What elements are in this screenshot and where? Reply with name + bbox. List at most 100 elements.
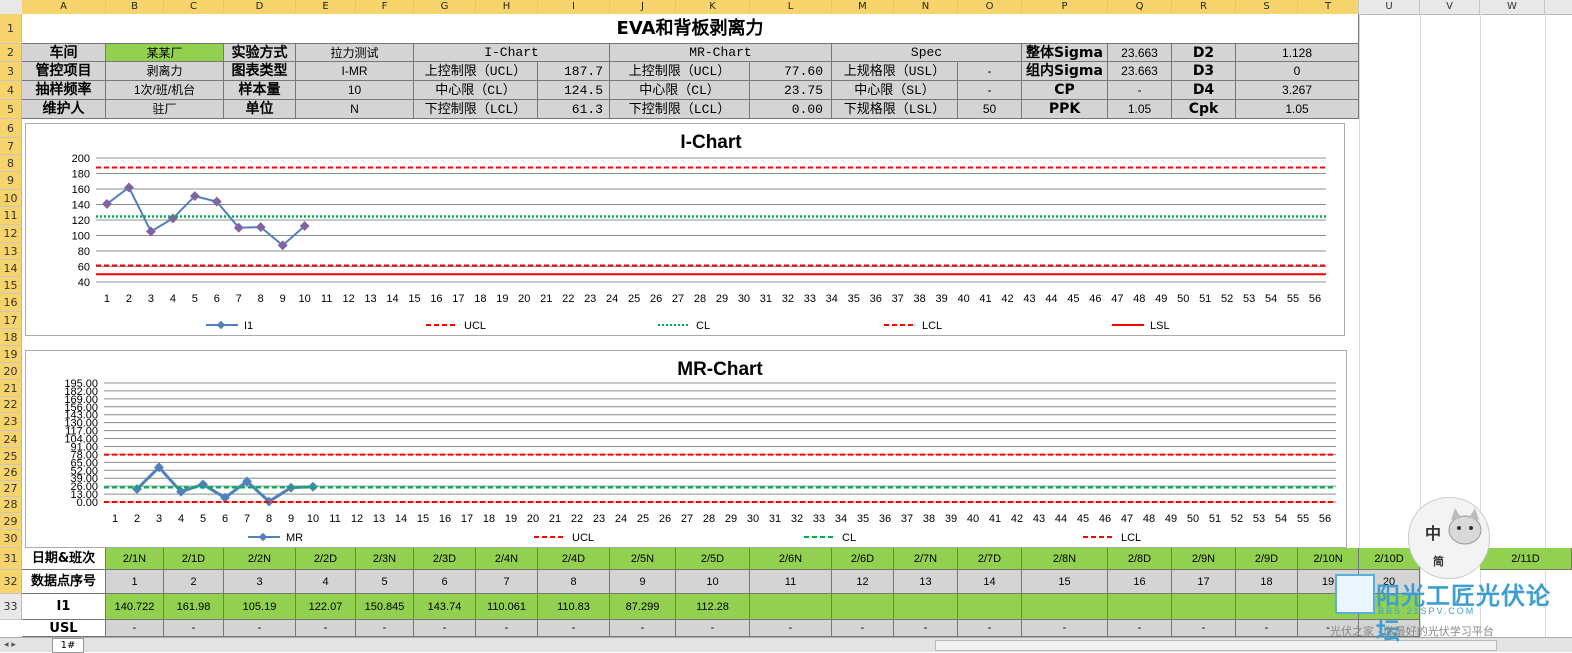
data-cell-r30[interactable]: 2/2N xyxy=(224,548,296,570)
data-cell-r33[interactable]: - xyxy=(414,620,476,637)
row-header-23[interactable]: 23 xyxy=(0,413,22,431)
column-header-I[interactable]: I xyxy=(538,0,610,14)
column-header-P[interactable]: P xyxy=(1022,0,1108,14)
value-workshop[interactable]: 某某厂 xyxy=(106,44,224,62)
data-cell-r31[interactable]: 9 xyxy=(610,570,676,594)
value-spec-limit[interactable]: 50 xyxy=(958,100,1022,119)
column-header-M[interactable]: M xyxy=(832,0,894,14)
label-workshop[interactable]: 车间 xyxy=(22,44,106,62)
column-header-T[interactable]: T xyxy=(1298,0,1359,14)
data-cell-r31[interactable]: 10 xyxy=(676,570,750,594)
column-header-F[interactable]: F xyxy=(356,0,414,14)
label-overall-sigma[interactable]: 整体Sigma xyxy=(1022,44,1108,62)
value-mr-limit[interactable]: 77.60 xyxy=(750,62,832,81)
value-spec-limit[interactable]: - xyxy=(958,81,1022,100)
column-header-N[interactable]: N xyxy=(894,0,958,14)
data-cell-r32[interactable] xyxy=(832,594,894,620)
data-cell-r33[interactable]: - xyxy=(894,620,958,637)
data-cell-r32[interactable]: 150.845 xyxy=(356,594,414,620)
data-cell-r30[interactable]: 2/9D xyxy=(1236,548,1298,570)
data-cell-r30[interactable]: 2/7N xyxy=(894,548,958,570)
row-header-27[interactable]: 27 xyxy=(0,481,22,497)
data-cell-r31[interactable]: 2 xyxy=(164,570,224,594)
data-cell-r33[interactable]: - xyxy=(610,620,676,637)
data-cell-r30[interactable]: 2/3D xyxy=(414,548,476,570)
value-r5-a[interactable]: 驻厂 xyxy=(106,100,224,119)
row-label-r31[interactable]: 数据点序号 xyxy=(22,570,106,594)
label-test-method[interactable]: 实验方式 xyxy=(224,44,296,62)
header-spec[interactable]: Spec xyxy=(832,44,1022,62)
row-header-19[interactable]: 19 xyxy=(0,346,22,363)
label-spec-limit[interactable]: 中心限（SL） xyxy=(832,81,958,100)
data-cell-r31[interactable]: 16 xyxy=(1108,570,1172,594)
data-cell-r31[interactable]: 14 xyxy=(958,570,1022,594)
data-cell-r31[interactable]: 8 xyxy=(538,570,610,594)
data-cell-r31[interactable]: 4 xyxy=(296,570,356,594)
value-stat[interactable]: 1.05 xyxy=(1108,100,1172,119)
label-d2[interactable]: D2 xyxy=(1172,44,1236,62)
data-cell-r30[interactable]: 2/2D xyxy=(296,548,356,570)
data-cell-r32[interactable]: 110.061 xyxy=(476,594,538,620)
value-r4-a[interactable]: 1次/班/机台 xyxy=(106,81,224,100)
data-cell-r30[interactable]: 2/9N xyxy=(1172,548,1236,570)
data-cell-r32[interactable]: 112.28 xyxy=(676,594,750,620)
value-spec-limit[interactable]: - xyxy=(958,62,1022,81)
row-label-r32[interactable]: I1 xyxy=(22,594,106,620)
row-header-2[interactable]: 2 xyxy=(0,44,22,62)
column-header-D[interactable]: D xyxy=(224,0,296,14)
data-cell-r33[interactable]: - xyxy=(676,620,750,637)
data-cell-r32[interactable] xyxy=(1022,594,1108,620)
data-cell-r30[interactable]: 2/3N xyxy=(356,548,414,570)
data-cell-r32[interactable]: 143.74 xyxy=(414,594,476,620)
value-d[interactable]: 0 xyxy=(1236,62,1359,81)
data-cell-r33[interactable]: - xyxy=(1236,620,1298,637)
column-header-A[interactable]: A xyxy=(22,0,106,14)
value-overall-sigma[interactable]: 23.663 xyxy=(1108,44,1172,62)
label-d[interactable]: Cpk xyxy=(1172,100,1236,119)
column-header-G[interactable]: G xyxy=(414,0,476,14)
column-header-C[interactable]: C xyxy=(164,0,224,14)
label-mr-limit[interactable]: 下控制限（LCL） xyxy=(610,100,750,119)
row-header-33[interactable]: 33 xyxy=(0,594,22,620)
row-header-12[interactable]: 12 xyxy=(0,225,22,243)
data-cell-r33[interactable]: - xyxy=(1022,620,1108,637)
data-cell-r30[interactable]: 2/8D xyxy=(1108,548,1172,570)
row-label-r33[interactable]: USL xyxy=(22,620,106,637)
value-mr-limit[interactable]: 23.75 xyxy=(750,81,832,100)
sheet-title[interactable]: EVA和背板剥离力 xyxy=(22,14,1359,44)
label-mr-limit[interactable]: 上控制限（UCL） xyxy=(610,62,750,81)
data-cell-r30[interactable]: 2/10N xyxy=(1298,548,1359,570)
data-cell-r31[interactable]: 11 xyxy=(750,570,832,594)
data-cell-r31[interactable]: 7 xyxy=(476,570,538,594)
data-cell-r31[interactable]: 15 xyxy=(1022,570,1108,594)
value-r3-b[interactable]: I-MR xyxy=(296,62,414,81)
label-spec-limit[interactable]: 下规格限（LSL） xyxy=(832,100,958,119)
data-cell-r30[interactable]: 2/4D xyxy=(538,548,610,570)
row-header-15[interactable]: 15 xyxy=(0,277,22,294)
label-r5-a[interactable]: 维护人 xyxy=(22,100,106,119)
data-cell-r30[interactable]: 2/11D xyxy=(1480,548,1572,570)
data-cell-r32[interactable]: 122.07 xyxy=(296,594,356,620)
row-header-10[interactable]: 10 xyxy=(0,190,22,207)
row-header-30[interactable]: 30 xyxy=(0,530,22,548)
row-header-16[interactable]: 16 xyxy=(0,294,22,312)
data-cell-r33[interactable]: - xyxy=(1172,620,1236,637)
data-cell-r32[interactable] xyxy=(750,594,832,620)
data-cell-r30[interactable]: 2/5N xyxy=(610,548,676,570)
column-header-S[interactable]: S xyxy=(1236,0,1298,14)
column-header-B[interactable]: B xyxy=(106,0,164,14)
row-header-20[interactable]: 20 xyxy=(0,363,22,380)
value-d[interactable]: 1.05 xyxy=(1236,100,1359,119)
column-header-O[interactable]: O xyxy=(958,0,1022,14)
label-r3-b[interactable]: 图表类型 xyxy=(224,62,296,81)
row-header-25[interactable]: 25 xyxy=(0,448,22,465)
row-header-1[interactable]: 1 xyxy=(0,14,22,44)
label-spec-limit[interactable]: 上规格限（USL） xyxy=(832,62,958,81)
label-i-limit[interactable]: 中心限（CL） xyxy=(414,81,538,100)
data-cell-r31[interactable]: 1 xyxy=(106,570,164,594)
i-chart-area[interactable]: I-Chart 200 180 160 140 120 100 80 60 40 1 2 3 4 5 6 7 8 9… xyxy=(25,123,1345,336)
label-stat[interactable]: CP xyxy=(1022,81,1108,100)
row-header-21[interactable]: 21 xyxy=(0,380,22,397)
data-cell-r30[interactable]: 2/4N xyxy=(476,548,538,570)
data-cell-r33[interactable]: - xyxy=(106,620,164,637)
